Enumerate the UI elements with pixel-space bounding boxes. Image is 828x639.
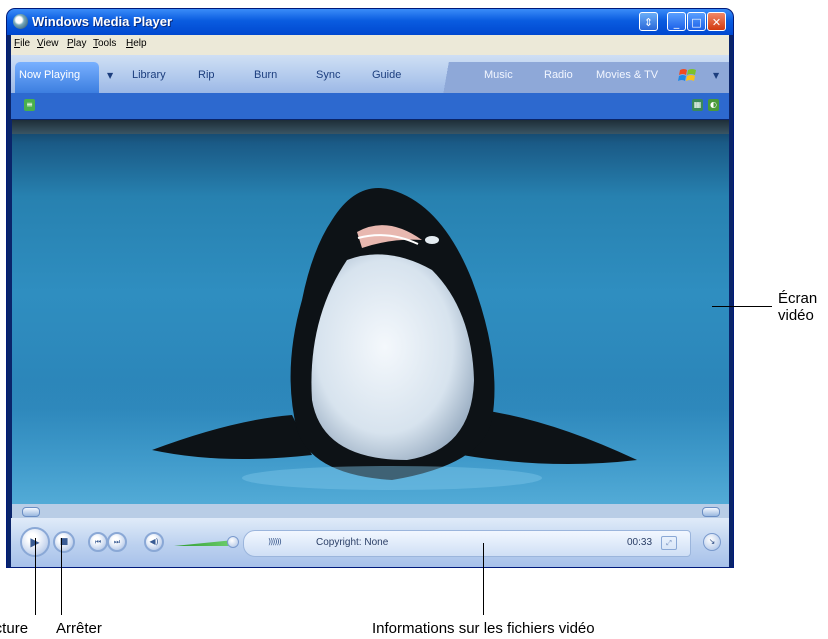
tab-music[interactable]: Music	[484, 69, 513, 81]
seek-handle[interactable]	[22, 507, 40, 517]
menu-view[interactable]: View	[37, 38, 59, 49]
fullscreen-icon[interactable]: ⤢	[661, 536, 677, 550]
screen-callout-label: Écran vidéo	[778, 290, 817, 324]
file-info-panel: )))))) Copyright: None 00:33 ⤢	[243, 530, 691, 557]
tab-rip[interactable]: Rip	[198, 69, 215, 81]
mode-switch-icon[interactable]: ⇕	[639, 12, 658, 31]
compact-mode-icon[interactable]: ↘	[703, 533, 721, 551]
chevron-down-icon[interactable]: ▼	[107, 71, 113, 80]
playlist-icon[interactable]: ≡	[24, 99, 35, 111]
info-callout-line	[483, 543, 484, 615]
video-screen[interactable]	[12, 120, 729, 504]
next-icon[interactable]: ⏭	[107, 532, 127, 552]
play-callout-label: Lecture	[0, 620, 29, 637]
tab-guide[interactable]: Guide	[372, 69, 401, 81]
stop-callout-label: Arrêter	[56, 620, 102, 637]
stop-callout-line	[61, 538, 62, 615]
seek-end-marker	[702, 507, 720, 517]
visualization-icon[interactable]: ▦	[692, 99, 703, 111]
screen-callout-line2: vidéo	[778, 307, 814, 324]
tab-radio[interactable]: Radio	[544, 69, 573, 81]
seek-bar[interactable]	[12, 504, 729, 518]
screen-callout-line1: Écran	[778, 290, 818, 307]
stop-icon[interactable]: ■	[53, 531, 75, 553]
volume-thumb[interactable]	[227, 536, 239, 548]
minimize-icon[interactable]: _	[667, 12, 686, 31]
logo-chevron-down-icon[interactable]: ▼	[713, 71, 719, 80]
menu-tools[interactable]: Tools	[93, 38, 116, 49]
orca-video-frame	[12, 188, 729, 504]
close-icon[interactable]: ✕	[707, 12, 726, 31]
title-bar[interactable]: Windows Media Player ⇕ _ □ ✕	[7, 9, 733, 35]
tab-movies-tv[interactable]: Movies & TV	[596, 69, 658, 81]
tab-sync[interactable]: Sync	[316, 69, 340, 81]
info-callout-label: Informations sur les fichiers vidéo	[372, 620, 595, 637]
tab-now-playing-label: Now Playing	[19, 69, 81, 81]
screen-callout-line	[712, 306, 772, 307]
eq-icon[interactable]: ))))))	[268, 537, 282, 546]
volume-slider[interactable]	[174, 540, 234, 546]
windows-logo-icon[interactable]	[678, 67, 698, 85]
tab-library[interactable]: Library	[132, 69, 166, 81]
maximize-icon[interactable]: □	[687, 12, 706, 31]
menu-help[interactable]: Help	[126, 38, 147, 49]
elapsed-time: 00:33	[627, 537, 653, 548]
menu-play[interactable]: Play	[67, 38, 86, 49]
tab-burn[interactable]: Burn	[254, 69, 277, 81]
app-icon	[13, 14, 28, 29]
now-playing-toolbar: ≡ ▦ ◐	[11, 93, 729, 119]
info-text: Copyright: None	[316, 537, 389, 548]
menu-bar: File View Play Tools Help	[11, 35, 729, 55]
playback-controls: ▶ ■ ⏮ ⏭ ◀) )))))) Copyright: None 00:33 …	[11, 518, 729, 567]
feature-taskbar: Now Playing ▼ Library Rip Burn Sync Guid…	[11, 55, 729, 93]
tab-now-playing[interactable]: Now Playing	[15, 62, 99, 93]
mute-icon[interactable]: ◀)	[144, 532, 164, 552]
enhancements-icon[interactable]: ◐	[708, 99, 719, 111]
previous-icon[interactable]: ⏮	[88, 532, 108, 552]
window-title: Windows Media Player	[32, 14, 173, 29]
menu-file[interactable]: File	[14, 38, 30, 49]
media-player-window: Windows Media Player ⇕ _ □ ✕ File View P…	[7, 9, 733, 567]
play-callout-line	[35, 538, 36, 615]
